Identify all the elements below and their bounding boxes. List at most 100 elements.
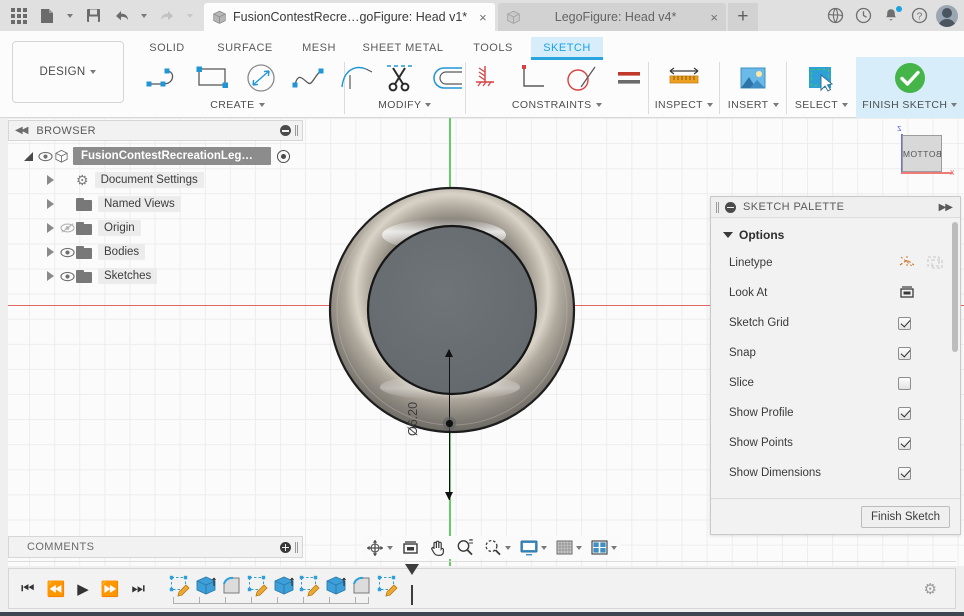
show-profile-checkbox[interactable] [898,406,911,420]
timeline-feature-sketch[interactable] [377,575,399,597]
orbit-icon[interactable] [362,538,396,558]
chevron-down-icon[interactable] [611,545,617,550]
palette-scrollbar[interactable] [952,222,958,352]
look-at-icon[interactable] [898,284,916,303]
panel-constraints-label[interactable]: CONSTRAINTS [512,99,602,111]
undo-dropdown-caret-icon[interactable] [136,3,152,29]
skip-to-end-icon[interactable]: ⏭ [131,580,145,597]
circle-icon[interactable] [239,58,283,98]
tree-node-sketches[interactable]: Sketches [20,264,290,288]
file-icon[interactable] [34,3,60,29]
visibility-eye-icon[interactable] [58,271,76,282]
workspace-selector[interactable]: DESIGN [12,41,124,103]
help-icon[interactable]: ? [908,5,930,27]
panel-resize-grip[interactable] [295,541,298,553]
timeline-feature-extrude[interactable] [273,575,295,597]
tree-node-named-views[interactable]: Named Views [20,192,290,216]
palette-row-show-points[interactable]: Show Points [711,428,960,458]
chevron-down-icon[interactable] [387,545,393,550]
play-icon[interactable]: ▶ [77,580,89,598]
minimize-dot-icon[interactable] [280,125,291,136]
palette-row-show-profile[interactable]: Show Profile [711,398,960,428]
skip-to-start-icon[interactable]: ⏮ [21,580,35,597]
sketch-grid-checkbox[interactable] [898,316,911,330]
visibility-eye-icon[interactable] [58,247,76,258]
timeline-feature-sketch[interactable] [169,575,191,597]
grid-snaps-icon[interactable] [552,539,585,557]
panel-finish-sketch[interactable]: FINISH SKETCH [855,57,964,118]
tangent-icon[interactable] [559,58,603,98]
panel-resize-grip[interactable] [295,125,298,136]
chevron-down-icon[interactable] [576,545,582,550]
display-settings-icon[interactable] [516,539,550,557]
globe-icon[interactable] [824,5,846,27]
comments-panel[interactable]: COMMENTS [8,536,303,558]
rectangle-icon[interactable] [191,58,235,98]
timeline-feature-fillet[interactable] [351,575,373,597]
construction-line-icon[interactable] [898,254,916,273]
new-tab-button[interactable]: + [727,3,758,31]
tree-node-root[interactable]: FusionContestRecreationLeɡ… [20,144,290,168]
file-dropdown-caret-icon[interactable] [62,3,78,29]
zoom-window-icon[interactable] [480,538,514,558]
snap-checkbox[interactable] [898,346,911,360]
arc-icon[interactable] [340,58,374,98]
palette-row-snap[interactable]: Snap [711,338,960,368]
dimension-label[interactable]: Ø6.20 [406,402,420,436]
options-section-header[interactable]: Options [711,218,960,248]
timeline-feature-fillet[interactable] [221,575,243,597]
viewcube-face-bottom[interactable]: BOTTOM [902,135,942,172]
chevron-down-icon[interactable] [505,545,511,550]
timeline-feature-sketch[interactable] [299,575,321,597]
collapse-left-icon[interactable]: ◀◀ [15,125,28,136]
slice-checkbox[interactable] [898,376,911,390]
close-icon[interactable]: × [710,11,718,24]
perpendicular-icon[interactable] [511,58,555,98]
palette-row-sketch-grid[interactable]: Sketch Grid [711,308,960,338]
spline-icon[interactable] [287,58,331,98]
panel-finish-sketch-label[interactable]: FINISH SKETCH [862,99,958,111]
undo-icon[interactable] [108,3,134,29]
timeline-feature-extrude[interactable] [325,575,347,597]
zoom-icon[interactable] [452,538,478,558]
pan-hand-icon[interactable] [425,538,450,557]
view-cube[interactable]: BOTTOM z x [882,123,956,185]
expand-right-icon[interactable]: ▶▶ [939,202,960,213]
gear-icon[interactable]: ⚙ [924,580,955,598]
look-at-icon[interactable] [398,538,423,557]
palette-row-show-dimensions[interactable]: Show Dimensions [711,458,960,488]
panel-inspect-label[interactable]: INSPECT [655,99,713,111]
expand-arrow-icon[interactable] [42,223,58,233]
panel-select-label[interactable]: SELECT [795,99,849,111]
centerline-icon[interactable] [926,254,944,273]
select-cursor-icon[interactable] [799,58,843,98]
fix-constraint-icon[interactable] [463,58,507,98]
document-tab-inactive[interactable]: LegoFigure: Head v4* × [497,3,726,31]
timeline-marker[interactable] [404,563,421,605]
tree-node-origin[interactable]: Origin [20,216,290,240]
lego-head-model[interactable] [319,173,597,453]
expand-arrow-icon[interactable] [42,175,58,185]
visibility-eye-off-icon[interactable] [58,222,76,234]
tree-node-bodies[interactable]: Bodies [20,240,290,264]
panel-insert-label[interactable]: INSERT [728,99,779,111]
insert-image-icon[interactable] [731,58,775,98]
redo-dropdown-caret-icon[interactable] [182,3,198,29]
minimize-dot-icon[interactable] [725,201,736,213]
expand-arrow-icon[interactable] [42,271,58,281]
save-icon[interactable] [80,3,106,29]
palette-row-slice[interactable]: Slice [711,368,960,398]
expand-arrow-icon[interactable] [20,151,36,161]
grid-apps-icon[interactable] [6,3,32,29]
trim-scissors-icon[interactable] [378,58,422,98]
timeline-feature-sketch[interactable] [247,575,269,597]
measure-ruler-icon[interactable] [662,58,706,98]
add-comment-icon[interactable] [280,541,291,553]
line-icon[interactable] [143,58,187,98]
document-tab-active[interactable]: FusionContestRecre…goFigure: Head v1* × [204,3,495,31]
palette-resize-grip[interactable] [716,201,719,213]
viewports-icon[interactable] [587,539,620,557]
origin-point[interactable] [442,416,457,431]
tree-node-document-settings[interactable]: ⚙ Document Settings [20,168,290,192]
panel-modify-label[interactable]: MODIFY [378,99,432,111]
